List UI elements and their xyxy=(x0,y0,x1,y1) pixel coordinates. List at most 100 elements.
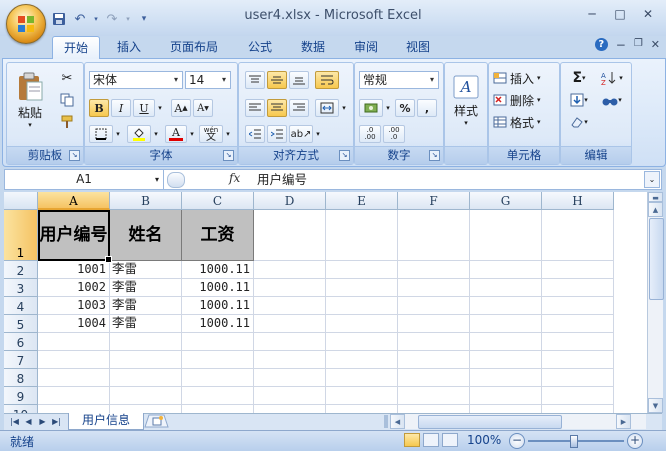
empty-cell[interactable] xyxy=(182,333,254,351)
align-top-icon[interactable] xyxy=(245,71,265,89)
empty-cell[interactable] xyxy=(110,387,182,405)
normal-view-icon[interactable] xyxy=(404,433,420,447)
fill-color-dropdown-icon[interactable]: ▾ xyxy=(151,125,161,143)
tab-insert[interactable]: 插入 xyxy=(106,36,152,58)
autosum-icon[interactable]: Σ ▾ xyxy=(565,69,593,87)
scroll-left-icon[interactable]: ◀ xyxy=(390,414,405,429)
page-layout-view-icon[interactable] xyxy=(423,433,439,447)
data-cell[interactable]: 1004 xyxy=(38,315,110,333)
cut-icon[interactable]: ✂ xyxy=(57,69,77,87)
horizontal-scroll-thumb[interactable] xyxy=(418,415,562,429)
empty-cell[interactable] xyxy=(470,351,542,369)
empty-cell[interactable] xyxy=(398,369,470,387)
sheet-tab-user-info[interactable]: 用户信息 xyxy=(68,413,144,430)
empty-cell[interactable] xyxy=(254,279,326,297)
styles-button[interactable]: A 样式 ▾ xyxy=(449,69,483,133)
vertical-scrollbar[interactable]: ▬ ▲ ▼ xyxy=(647,192,664,413)
empty-cell[interactable] xyxy=(38,369,110,387)
empty-cell[interactable] xyxy=(254,315,326,333)
clear-icon[interactable]: ▾ xyxy=(565,113,593,131)
help-icon[interactable]: ? xyxy=(594,38,608,51)
column-header-f[interactable]: F xyxy=(398,192,470,210)
empty-cell[interactable] xyxy=(38,351,110,369)
name-box[interactable]: A1 xyxy=(5,170,164,189)
italic-button[interactable]: I xyxy=(111,99,131,117)
header-cell[interactable]: 工资 xyxy=(182,210,254,261)
empty-cell[interactable] xyxy=(38,333,110,351)
empty-cell[interactable] xyxy=(182,351,254,369)
format-painter-icon[interactable] xyxy=(57,113,77,131)
prev-sheet-icon[interactable]: ◀ xyxy=(22,415,35,428)
number-format-dropdown-icon[interactable]: ▾ xyxy=(426,72,438,88)
maximize-button[interactable]: □ xyxy=(606,4,634,24)
data-cell[interactable]: 1000.11 xyxy=(182,279,254,297)
align-center-icon[interactable] xyxy=(267,99,287,117)
number-format-combo[interactable]: 常规 ▾ xyxy=(359,71,439,89)
align-right-icon[interactable] xyxy=(289,99,309,117)
fill-color-button[interactable] xyxy=(127,125,151,143)
empty-cell[interactable] xyxy=(398,333,470,351)
empty-cell[interactable] xyxy=(542,369,614,387)
increase-decimal-button[interactable]: .0 .00 xyxy=(359,125,381,143)
empty-cell[interactable] xyxy=(542,210,614,261)
empty-cell[interactable] xyxy=(326,261,398,279)
insert-cells-button[interactable]: 插入 ▾ xyxy=(493,69,555,87)
empty-cell[interactable] xyxy=(398,315,470,333)
column-header-g[interactable]: G xyxy=(470,192,542,210)
workbook-restore-icon[interactable]: ❐ xyxy=(634,38,643,52)
empty-cell[interactable] xyxy=(326,210,398,261)
empty-cell[interactable] xyxy=(182,405,254,413)
currency-icon[interactable] xyxy=(359,99,383,117)
scroll-right-icon[interactable]: ▶ xyxy=(616,414,631,429)
column-header-b[interactable]: B xyxy=(110,192,182,210)
fill-handle[interactable] xyxy=(105,256,112,263)
comma-button[interactable]: , xyxy=(417,99,437,117)
column-header-a[interactable]: A xyxy=(38,192,110,210)
shrink-font-button[interactable]: A ▼ xyxy=(193,99,213,117)
select-all-button[interactable] xyxy=(4,192,38,210)
empty-cell[interactable] xyxy=(398,210,470,261)
empty-cell[interactable] xyxy=(398,405,470,413)
row-header-9[interactable]: 9 xyxy=(4,387,38,405)
name-box-dropdown-icon[interactable]: ▾ xyxy=(151,170,163,189)
formula-bar-resize-handle[interactable] xyxy=(167,172,185,188)
zoom-out-icon[interactable]: − xyxy=(509,433,525,449)
tab-page-layout[interactable]: 页面布局 xyxy=(160,36,228,58)
row-header-6[interactable]: 6 xyxy=(4,333,38,351)
office-button[interactable] xyxy=(6,4,46,44)
empty-cell[interactable] xyxy=(542,279,614,297)
header-cell[interactable]: 姓名 xyxy=(110,210,182,261)
percent-button[interactable]: % xyxy=(395,99,415,117)
empty-cell[interactable] xyxy=(326,315,398,333)
empty-cell[interactable] xyxy=(326,333,398,351)
font-launcher-icon[interactable]: ↘ xyxy=(223,150,234,161)
font-color-button[interactable]: A xyxy=(165,125,187,143)
row-header-1[interactable]: 1 xyxy=(4,210,38,261)
data-cell[interactable]: 李雷 xyxy=(110,315,182,333)
align-bottom-icon[interactable] xyxy=(289,71,309,89)
row-header-2[interactable]: 2 xyxy=(4,261,38,279)
format-cells-button[interactable]: 格式 ▾ xyxy=(493,113,555,131)
bold-button[interactable]: B xyxy=(89,99,109,117)
data-cell[interactable]: 1000.11 xyxy=(182,261,254,279)
empty-cell[interactable] xyxy=(470,297,542,315)
empty-cell[interactable] xyxy=(470,261,542,279)
row-header-3[interactable]: 3 xyxy=(4,279,38,297)
orientation-icon[interactable]: ab↗ xyxy=(289,125,313,143)
empty-cell[interactable] xyxy=(110,351,182,369)
empty-cell[interactable] xyxy=(254,369,326,387)
zoom-level[interactable]: 100% xyxy=(467,433,501,447)
data-cell[interactable]: 1003 xyxy=(38,297,110,315)
empty-cell[interactable] xyxy=(470,333,542,351)
orientation-dropdown-icon[interactable]: ▾ xyxy=(313,125,323,143)
data-cell[interactable]: 1002 xyxy=(38,279,110,297)
data-cell[interactable]: 1000.11 xyxy=(182,297,254,315)
currency-dropdown-icon[interactable]: ▾ xyxy=(383,99,393,117)
insert-function-icon[interactable]: fx xyxy=(229,171,240,185)
decrease-indent-icon[interactable] xyxy=(245,125,265,143)
find-select-icon[interactable]: ▾ xyxy=(597,91,627,109)
empty-cell[interactable] xyxy=(398,297,470,315)
empty-cell[interactable] xyxy=(254,297,326,315)
empty-cell[interactable] xyxy=(542,387,614,405)
empty-cell[interactable] xyxy=(470,279,542,297)
